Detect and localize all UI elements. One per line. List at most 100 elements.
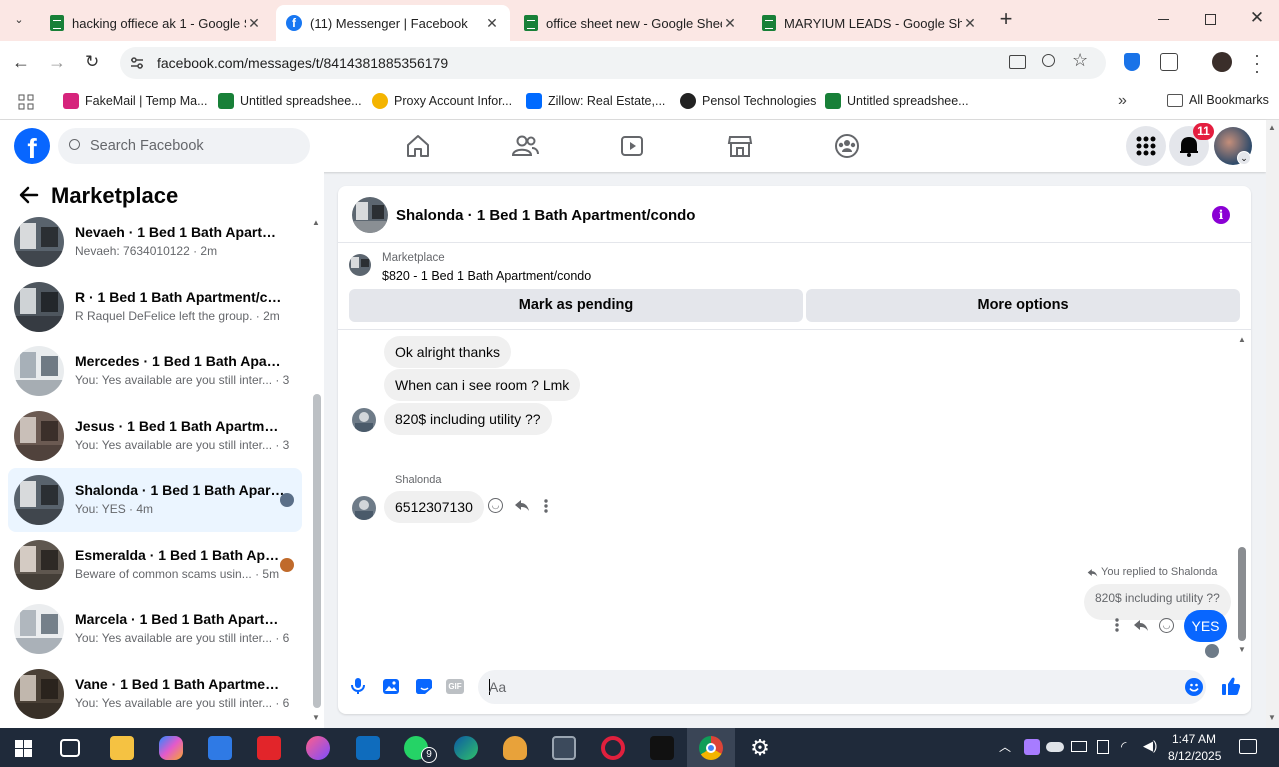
volume-icon[interactable]: ◀)	[1143, 738, 1157, 754]
microsoft-store-icon[interactable]	[208, 736, 232, 760]
groups-icon[interactable]	[833, 132, 861, 160]
conversation-item[interactable]: Jesus · 1 Bed 1 Bath Apartment/condo You:…	[8, 404, 302, 468]
medal-app-icon[interactable]	[503, 736, 527, 760]
conversation-item[interactable]: R · 1 Bed 1 Bath Apartment/condo R Raquel…	[8, 275, 302, 339]
tab-office-sheet[interactable]: office sheet new - Google Sheets ✕	[514, 5, 748, 41]
tiktok-icon[interactable]	[650, 736, 674, 760]
wifi-icon[interactable]: ◜	[1121, 738, 1126, 755]
message-bubble[interactable]: 6512307130	[384, 491, 484, 523]
bookmark-untitled-spreadsheet-2[interactable]: Untitled spreadshee...	[825, 93, 969, 109]
bookmark-star-icon[interactable]: ☆	[1072, 50, 1088, 71]
bookmark-zillow[interactable]: Zillow: Real Estate,...	[526, 93, 665, 109]
listing-thumbnail[interactable]	[349, 254, 371, 276]
new-tab-icon[interactable]: +	[996, 8, 1016, 32]
photo-app-icon[interactable]	[306, 736, 330, 760]
chat-scroll-down-icon[interactable]: ▼	[1238, 645, 1246, 654]
sidebar-scroll-thumb[interactable]	[313, 394, 321, 708]
marketplace-icon[interactable]	[726, 132, 754, 160]
my-message-more-icon[interactable]	[1114, 617, 1120, 633]
opera-icon[interactable]	[601, 736, 625, 760]
chat-scroll-up-icon[interactable]: ▲	[1238, 335, 1246, 344]
network-adapter-icon[interactable]	[1097, 740, 1109, 754]
conversation-item[interactable]: Mercedes · 1 Bed 1 Bath Apartment/condo Y…	[8, 339, 302, 403]
all-bookmarks[interactable]: All Bookmarks	[1167, 93, 1269, 107]
sender-avatar[interactable]	[352, 496, 376, 520]
my-message-react-icon[interactable]: ◡	[1159, 618, 1174, 633]
tab-messenger[interactable]: f (11) Messenger | Facebook ✕	[276, 5, 510, 41]
tab-search-button[interactable]: ⌄	[8, 9, 30, 31]
friends-icon[interactable]	[511, 132, 539, 160]
address-bar[interactable]: facebook.com/messages/t/8414381885356179…	[120, 47, 1106, 79]
search-box[interactable]: Search Facebook	[58, 128, 310, 164]
more-bookmarks-icon[interactable]: »	[1118, 92, 1127, 110]
reload-icon[interactable]: ↻	[85, 52, 105, 72]
sidebar-scroll-down-icon[interactable]: ▼	[312, 713, 320, 722]
info-icon[interactable]: i	[1212, 206, 1230, 224]
bookmark-untitled-spreadsheet-1[interactable]: Untitled spreadshee...	[218, 93, 362, 109]
page-scrollbar[interactable]	[1266, 120, 1279, 728]
settings-app-icon[interactable]	[552, 736, 576, 760]
back-arrow-icon[interactable]	[18, 184, 40, 206]
browser-menu-icon[interactable]: · · ·	[1252, 46, 1262, 80]
task-view-icon[interactable]	[60, 739, 80, 757]
clock-time[interactable]: 1:47 AM	[1172, 732, 1216, 746]
menu-grid-button[interactable]	[1126, 126, 1166, 166]
conversation-item[interactable]: Nevaeh · 1 Bed 1 Bath Apartment/condo Nev…	[8, 210, 302, 274]
search-input[interactable]: Search Facebook	[90, 138, 204, 154]
close-window-icon[interactable]: ✕	[1248, 8, 1266, 30]
my-message-reply-icon[interactable]	[1133, 617, 1149, 633]
page-scroll-down-icon[interactable]: ▼	[1268, 713, 1276, 722]
listing-title[interactable]: $820 - 1 Bed 1 Bath Apartment/condo	[382, 269, 591, 283]
sender-avatar[interactable]	[352, 408, 376, 432]
photo-icon[interactable]	[382, 678, 400, 695]
watch-icon[interactable]	[618, 132, 646, 160]
message-bubble[interactable]: Ok alright thanks	[384, 336, 512, 368]
like-icon[interactable]	[1221, 676, 1241, 696]
message-bubble[interactable]: When can i see room ? Lmk	[384, 369, 581, 401]
zoom-icon[interactable]	[1042, 54, 1055, 67]
chat-scroll-thumb[interactable]	[1238, 547, 1246, 641]
close-tab-icon[interactable]: ✕	[246, 15, 262, 32]
sticker-icon[interactable]	[415, 678, 433, 695]
chrome-taskbar-button[interactable]	[687, 728, 735, 767]
bookmark-fakemail[interactable]: FakeMail | Temp Ma...	[63, 93, 208, 109]
react-smiley-icon[interactable]: ◡	[488, 498, 503, 513]
chat-title[interactable]: Shalonda · 1 Bed 1 Bath Apartment/condo	[396, 207, 695, 224]
more-options-button[interactable]: More options	[806, 289, 1240, 322]
gif-icon[interactable]: GIF	[446, 679, 464, 694]
onedrive-icon[interactable]	[1046, 742, 1064, 752]
notification-center-icon[interactable]	[1239, 739, 1257, 754]
home-icon[interactable]	[404, 132, 432, 160]
tab-maryium-leads[interactable]: MARYIUM LEADS - Google Sheets ✕	[752, 5, 988, 41]
apps-grid-icon[interactable]	[18, 94, 34, 110]
copilot-icon[interactable]	[159, 736, 183, 760]
reply-icon[interactable]	[514, 497, 530, 513]
back-icon[interactable]: ←	[12, 52, 32, 72]
edge-icon[interactable]	[454, 736, 478, 760]
windows-start-icon[interactable]	[15, 740, 32, 757]
conversation-item[interactable]: Marcela · 1 Bed 1 Bath Apartment/condo Yo…	[8, 597, 302, 661]
pen-icon[interactable]	[1024, 739, 1040, 755]
sidebar-scroll-up-icon[interactable]: ▲	[312, 218, 320, 227]
emoji-icon[interactable]	[1185, 678, 1203, 696]
extensions-icon[interactable]	[1160, 53, 1178, 71]
bookmark-proxy-account[interactable]: Proxy Account Infor...	[372, 93, 512, 109]
install-app-icon[interactable]	[1009, 55, 1026, 69]
microphone-icon[interactable]	[350, 677, 366, 695]
minimize-icon[interactable]	[1158, 19, 1169, 20]
settings-gear-icon[interactable]: ⚙	[748, 736, 772, 760]
forward-icon[interactable]: →	[48, 52, 68, 72]
chat-header-avatar[interactable]	[352, 197, 388, 233]
close-tab-icon[interactable]: ✕	[962, 15, 978, 32]
restore-icon[interactable]	[1205, 14, 1216, 25]
conversation-item[interactable]: Shalonda · 1 Bed 1 Bath Apartment/condo Y…	[8, 468, 302, 532]
page-scroll-up-icon[interactable]: ▲	[1268, 123, 1276, 132]
tray-overflow-icon[interactable]: ︿	[999, 738, 1011, 755]
clock-date[interactable]: 8/12/2025	[1168, 749, 1221, 763]
account-chevron-icon[interactable]: ⌄	[1237, 151, 1251, 165]
message-bubble[interactable]: 820$ including utility ??	[384, 403, 552, 435]
my-message-bubble[interactable]: YES	[1184, 610, 1227, 642]
mark-as-pending-button[interactable]: Mark as pending	[349, 289, 803, 322]
close-tab-icon[interactable]: ✕	[484, 15, 500, 32]
media-app-icon[interactable]	[257, 736, 281, 760]
